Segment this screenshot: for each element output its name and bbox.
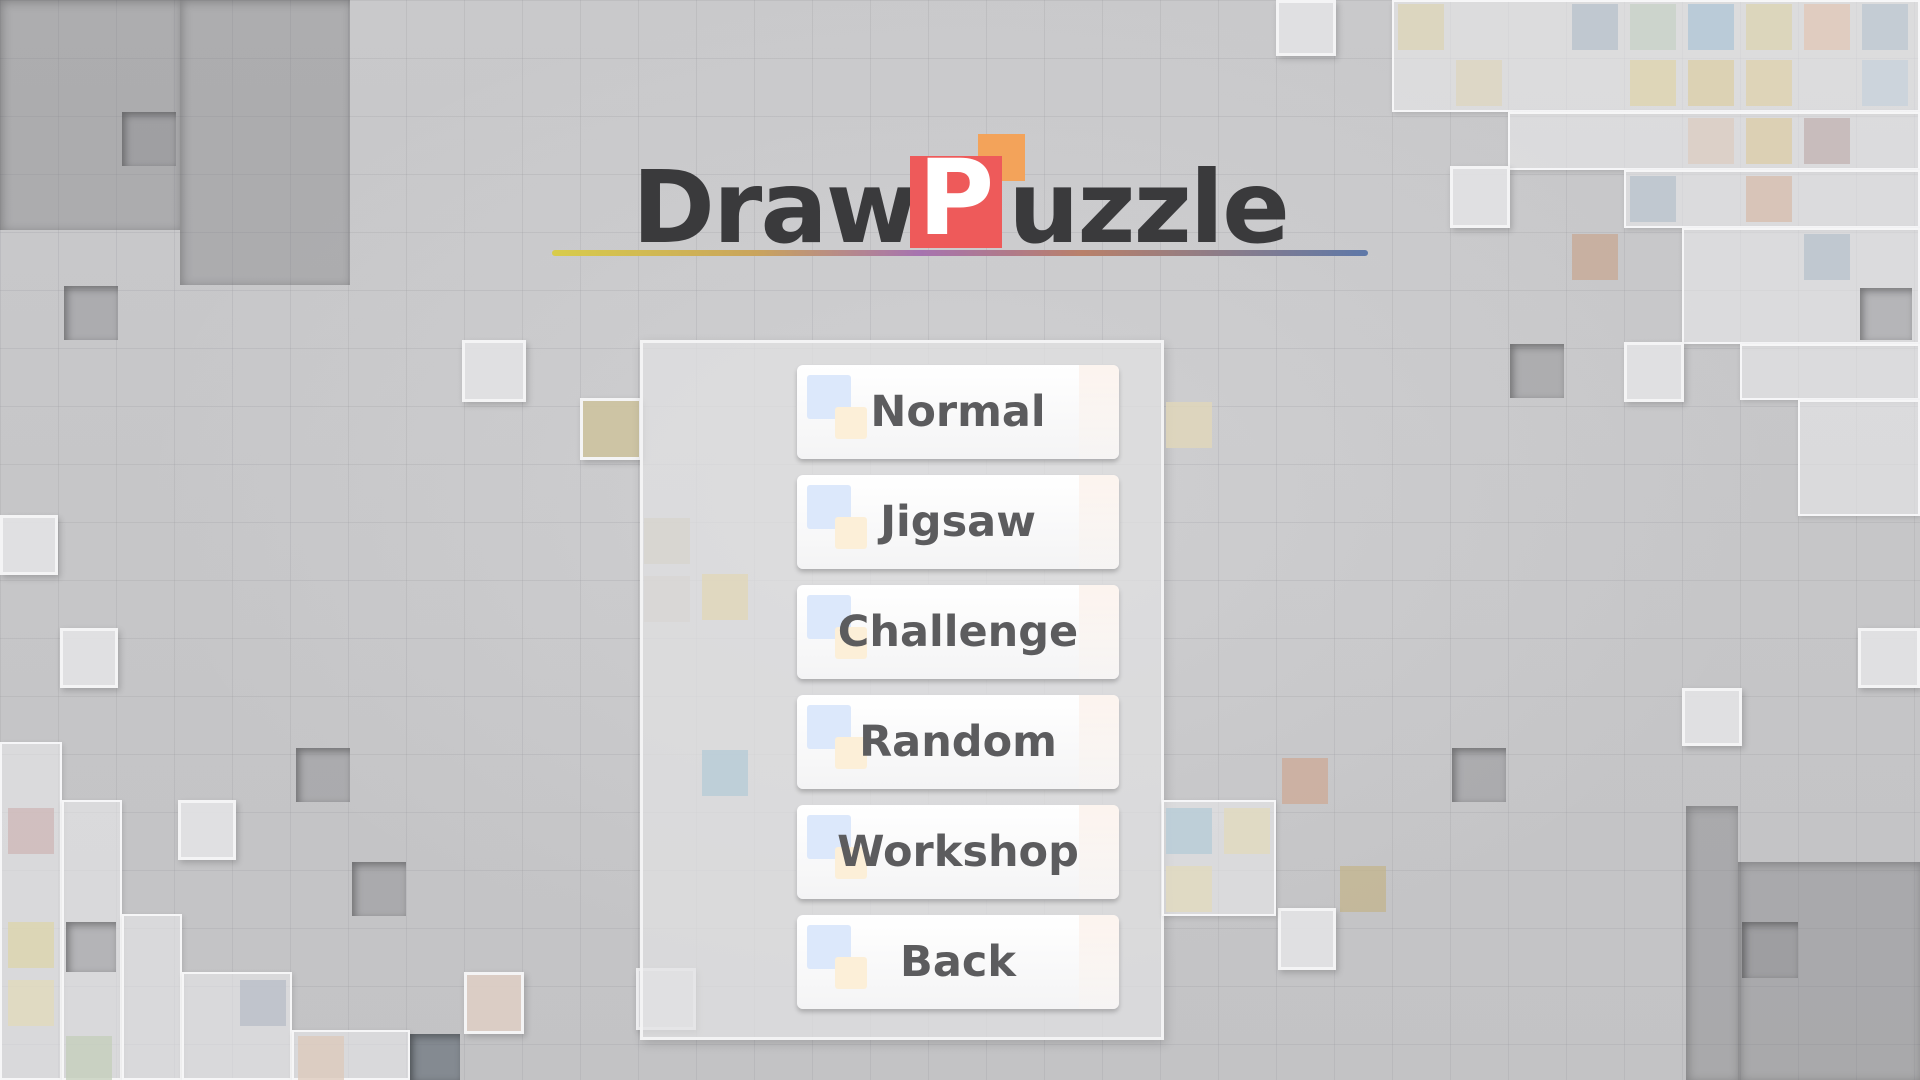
logo-letter: P [918, 156, 995, 248]
bg-color-tile [702, 750, 748, 796]
bg-block [1686, 806, 1738, 1080]
bg-color-tile [1340, 866, 1386, 912]
bg-color-tile [1688, 4, 1734, 50]
bg-tile [1278, 908, 1336, 970]
bg-tile [296, 748, 350, 802]
bg-color-tile [298, 1036, 344, 1080]
bg-tile [0, 515, 58, 575]
bg-color-tile [1456, 60, 1502, 106]
workshop-button[interactable]: Workshop [797, 805, 1119, 899]
bg-color-tile [1746, 176, 1792, 222]
bg-color-tile [1630, 176, 1676, 222]
bg-color-tile [1572, 4, 1618, 50]
title-underline [552, 250, 1368, 256]
bg-block [180, 0, 350, 285]
bg-color-tile [1804, 234, 1850, 280]
random-button[interactable]: Random [797, 695, 1119, 789]
bg-color-tile [1166, 402, 1212, 448]
bg-tile [410, 1034, 460, 1080]
bg-tile [1276, 0, 1336, 56]
bg-color-tile [8, 922, 54, 968]
bg-tile [462, 340, 526, 402]
bg-color-tile [1746, 118, 1792, 164]
bg-color-tile [1804, 118, 1850, 164]
bg-tile [352, 862, 406, 916]
bg-tile [66, 922, 116, 972]
bg-tile [1682, 688, 1742, 746]
bg-color-tile [1572, 234, 1618, 280]
bg-color-tile [1224, 808, 1270, 854]
bg-block [0, 742, 62, 1080]
bg-color-tile [1746, 60, 1792, 106]
main-menu-screen: Draw uzzle P Normal Jigsaw Challenge Ran… [0, 0, 1920, 1080]
logo-red-square: P [910, 156, 1002, 248]
challenge-button-label: Challenge [837, 607, 1079, 657]
bg-block [122, 914, 182, 1080]
bg-color-tile [1166, 808, 1212, 854]
bg-tile [464, 972, 524, 1034]
bg-color-tile [1688, 118, 1734, 164]
bg-color-tile [1398, 4, 1444, 50]
bg-tile [1742, 922, 1798, 978]
workshop-button-label: Workshop [837, 827, 1079, 877]
bg-color-tile [1688, 60, 1734, 106]
bg-color-tile [1862, 4, 1908, 50]
bg-color-tile [1630, 60, 1676, 106]
jigsaw-button[interactable]: Jigsaw [797, 475, 1119, 569]
bg-color-tile [1282, 758, 1328, 804]
bg-tile [1624, 342, 1684, 402]
bg-tile [178, 800, 236, 860]
bg-block [1798, 400, 1920, 516]
bg-color-tile [1630, 4, 1676, 50]
bg-tile [122, 112, 176, 166]
jigsaw-button-label: Jigsaw [880, 497, 1036, 547]
bg-color-tile [66, 1036, 112, 1080]
normal-button[interactable]: Normal [797, 365, 1119, 459]
game-title: Draw uzzle P [552, 134, 1368, 268]
bg-block [1740, 344, 1920, 400]
bg-tile [64, 286, 118, 340]
bg-tile [1858, 628, 1920, 688]
bg-tile [60, 628, 118, 688]
bg-tile [1510, 344, 1564, 398]
bg-color-tile [8, 980, 54, 1026]
normal-button-label: Normal [870, 387, 1046, 437]
title-word-draw: Draw [632, 149, 918, 266]
main-menu: Normal Jigsaw Challenge Random Workshop [797, 365, 1119, 1025]
bg-color-tile [240, 980, 286, 1026]
bg-color-tile [8, 808, 54, 854]
bg-color-tile [1862, 60, 1908, 106]
bg-tile [1452, 748, 1506, 802]
back-button-label: Back [900, 937, 1016, 987]
bg-color-tile [1804, 4, 1850, 50]
title-word-uzzle: uzzle [1008, 149, 1290, 266]
bg-tile [1450, 166, 1510, 228]
random-button-label: Random [859, 717, 1057, 767]
back-button[interactable]: Back [797, 915, 1119, 1009]
challenge-button[interactable]: Challenge [797, 585, 1119, 679]
bg-color-tile [1746, 4, 1792, 50]
bg-color-tile [702, 574, 748, 620]
bg-tile [580, 398, 642, 460]
bg-tile [1860, 288, 1912, 340]
bg-color-tile [1166, 866, 1212, 912]
